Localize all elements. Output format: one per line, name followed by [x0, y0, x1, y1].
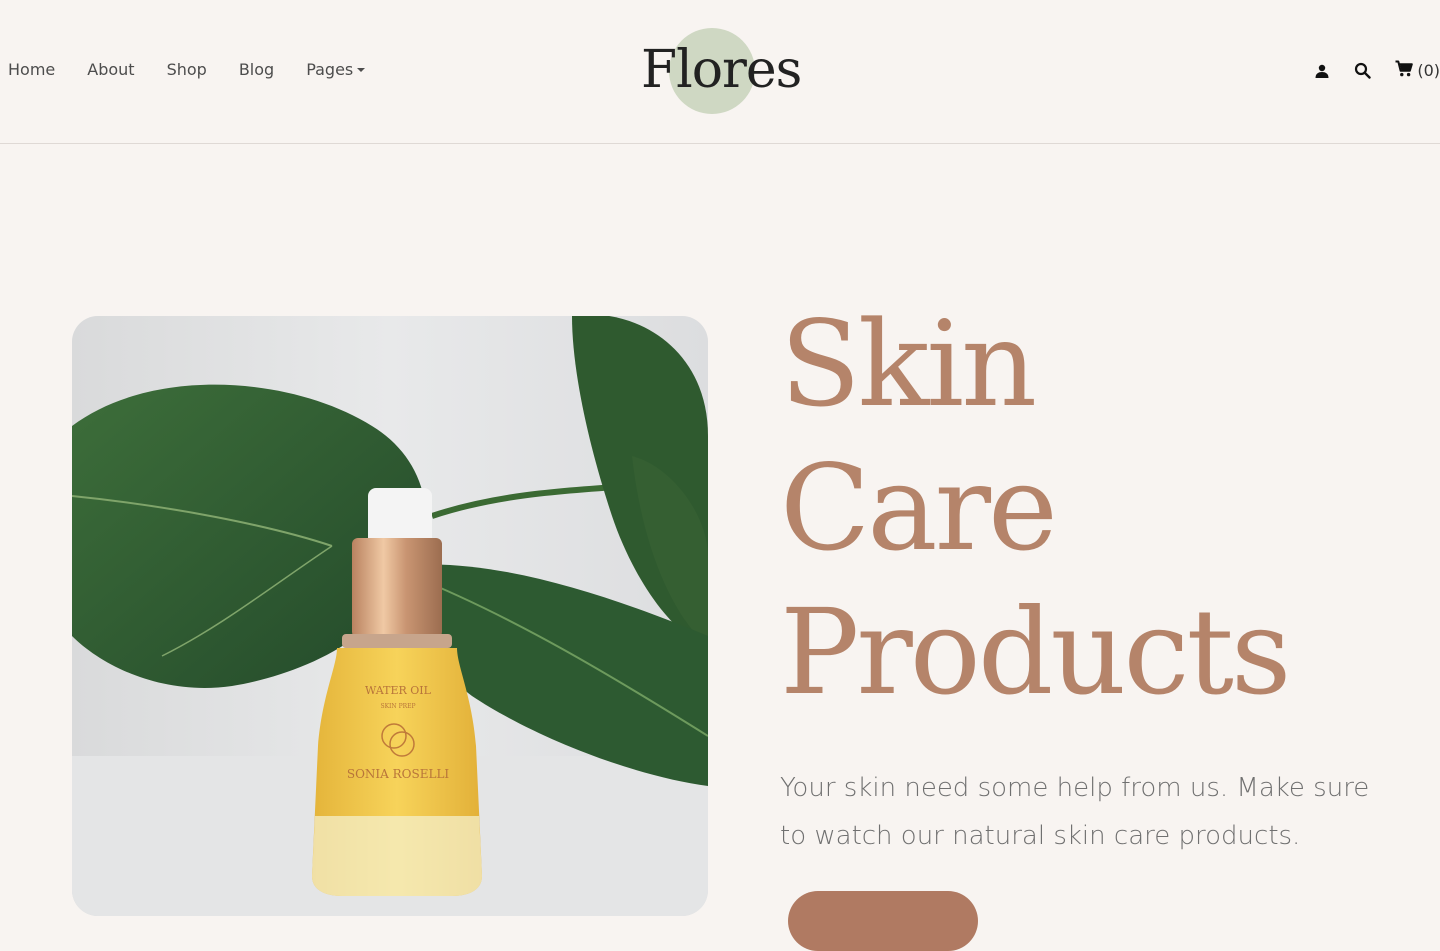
hero-title-line: Skin: [780, 295, 1037, 433]
hero-title-line: Care: [780, 439, 1058, 577]
nav-shop[interactable]: Shop: [167, 60, 207, 79]
nav-pages-dropdown[interactable]: Pages: [306, 60, 366, 79]
svg-text:WATER OIL: WATER OIL: [365, 684, 432, 697]
cart-button[interactable]: (0): [1395, 60, 1440, 81]
hero-subtitle: Your skin need some help from us. Make s…: [780, 773, 1370, 851]
header-actions: (0): [1290, 60, 1440, 81]
hero-product-image: WATER OIL SKIN PREP SONIA ROSELLI: [72, 316, 708, 916]
hero-title: Skin Care Products: [780, 292, 1291, 724]
nav-home[interactable]: Home: [8, 60, 55, 79]
main-nav: Home About Shop Blog Pages: [8, 60, 397, 79]
nav-pages-label: Pages: [306, 60, 354, 79]
cart-icon: [1395, 60, 1414, 81]
hero-cta-button[interactable]: [788, 891, 978, 951]
svg-text:SKIN PREP: SKIN PREP: [380, 703, 415, 710]
caret-down-icon: [357, 67, 366, 72]
nav-blog[interactable]: Blog: [239, 60, 274, 79]
site-header: Home About Shop Blog Pages Flores (0): [0, 0, 1440, 144]
cart-count: (0): [1417, 61, 1440, 80]
logo[interactable]: Flores: [641, 28, 802, 116]
search-icon[interactable]: [1354, 62, 1372, 79]
user-icon[interactable]: [1314, 63, 1330, 79]
svg-text:SONIA ROSELLI: SONIA ROSELLI: [347, 767, 450, 781]
hero-title-line: Products: [780, 583, 1291, 721]
nav-about[interactable]: About: [87, 60, 134, 79]
logo-text: Flores: [641, 40, 802, 100]
